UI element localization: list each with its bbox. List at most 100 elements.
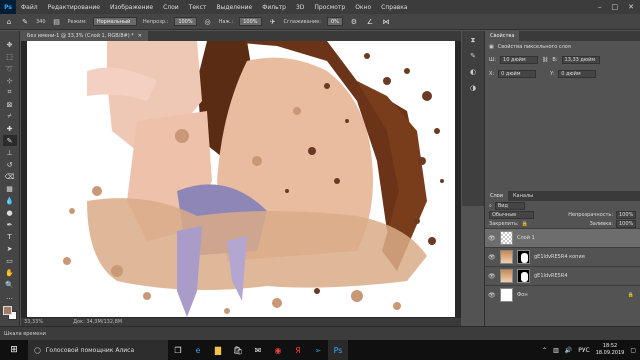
timeline-panel[interactable]: Шкала времени xyxy=(0,326,640,340)
crop-tool-icon[interactable]: ⌗ xyxy=(3,87,17,98)
history-panel-icon[interactable]: ⧗ xyxy=(468,35,478,45)
brush-size[interactable]: 340 xyxy=(36,19,46,25)
hand-tool-icon[interactable]: ✋ xyxy=(3,267,17,278)
network-icon[interactable]: ▥ xyxy=(553,347,559,354)
angle-icon[interactable]: ∠ xyxy=(365,17,375,27)
eyedropper-tool-icon[interactable]: ⌿ xyxy=(3,111,17,122)
layer-row[interactable]: 👁 gE1ldvRE5R4 копия xyxy=(485,247,640,266)
more-tools-icon[interactable]: … xyxy=(3,291,17,302)
eye-icon[interactable]: 👁 xyxy=(488,254,496,261)
layer-row[interactable]: 👁 Фон 🔒 xyxy=(485,285,640,304)
eye-icon[interactable]: 👁 xyxy=(488,235,496,242)
type-tool-icon[interactable]: T xyxy=(3,231,17,242)
menu-item-edit[interactable]: Редактирование xyxy=(43,4,105,11)
folder-icon[interactable]: ▇ xyxy=(208,340,228,360)
task-view-icon[interactable]: ❐ xyxy=(168,340,188,360)
airbrush-icon[interactable]: ✈ xyxy=(268,17,278,27)
opacity-field[interactable]: 100% xyxy=(174,17,197,26)
y-field[interactable]: 0 дюйм xyxy=(558,70,597,78)
pressure-opacity-icon[interactable]: ◎ xyxy=(203,17,213,27)
brush-tool-icon[interactable]: ✎ xyxy=(20,17,30,27)
minimize-icon[interactable]: – xyxy=(598,3,602,11)
photoshop-taskbar-icon[interactable]: Ps xyxy=(328,340,348,360)
layer-opacity-field[interactable]: 100% xyxy=(616,210,636,219)
frame-tool-icon[interactable]: ⊠ xyxy=(3,99,17,110)
menu-item-view[interactable]: Просмотр xyxy=(309,4,350,11)
eraser-tool-icon[interactable]: ⌫ xyxy=(3,171,17,182)
store-icon[interactable]: 🛍 xyxy=(228,340,248,360)
dodge-tool-icon[interactable]: ● xyxy=(3,207,17,218)
windows-start-icon[interactable]: ⊞ xyxy=(0,340,28,360)
layer-mask-thumbnail[interactable] xyxy=(517,269,530,283)
yandex-icon[interactable]: Я xyxy=(288,340,308,360)
history-brush-icon[interactable]: ↺ xyxy=(3,159,17,170)
marquee-tool-icon[interactable]: ⬚ xyxy=(3,51,17,62)
move-tool-icon[interactable]: ✥ xyxy=(3,39,17,50)
eye-icon[interactable]: 👁 xyxy=(488,273,496,280)
color-swatches[interactable] xyxy=(2,306,17,320)
pen-tool-icon[interactable]: ✒ xyxy=(3,219,17,230)
timeline-label[interactable]: Шкала времени xyxy=(4,331,46,337)
foreground-color-swatch[interactable] xyxy=(2,306,12,315)
path-select-tool-icon[interactable]: ➤ xyxy=(3,243,17,254)
pressure-field[interactable]: 100% xyxy=(239,17,262,26)
document-tab[interactable]: Без имени-1 @ 33,3% (Слой 1, RGB/8#) * ✕ xyxy=(21,31,148,41)
quick-select-tool-icon[interactable]: ⊹ xyxy=(3,75,17,86)
menu-item-file[interactable]: Файл xyxy=(16,4,43,11)
tab-layers[interactable]: Слои xyxy=(485,191,508,201)
canvas-area[interactable] xyxy=(21,41,461,319)
edge-icon[interactable]: e xyxy=(188,340,208,360)
maximize-icon[interactable]: □ xyxy=(612,3,619,11)
menu-item-layers[interactable]: Слои xyxy=(158,4,184,11)
gear-icon[interactable]: ⚙ xyxy=(349,17,359,27)
language-indicator[interactable]: РУС xyxy=(578,347,589,354)
search-box[interactable]: ◯ Голосовой помощник Алиса xyxy=(28,340,168,360)
zoom-tool-icon[interactable]: 🔍 xyxy=(3,279,17,290)
layer-name[interactable]: gE1ldvRE5R4 копия xyxy=(534,254,585,260)
clock[interactable]: 18:52 18.09.2019 xyxy=(596,343,625,357)
close-tab-icon[interactable]: ✕ xyxy=(138,33,142,39)
document-canvas[interactable] xyxy=(27,41,455,317)
brush-settings-icon[interactable]: ✎ xyxy=(468,51,478,61)
chevron-up-icon[interactable]: ⌃ xyxy=(542,347,547,354)
blend-mode-select[interactable]: Обычные xyxy=(489,210,534,219)
lasso-tool-icon[interactable]: ➰ xyxy=(3,63,17,74)
menu-item-select[interactable]: Выделение xyxy=(211,4,257,11)
link-icon[interactable]: ⛓ xyxy=(542,57,548,63)
blur-tool-icon[interactable]: 💧 xyxy=(3,195,17,206)
x-field[interactable]: 0 дюйм xyxy=(498,70,537,78)
stamp-tool-icon[interactable]: ⊥ xyxy=(3,147,17,158)
brush-panel-icon[interactable]: ▤ xyxy=(52,17,62,27)
menu-item-type[interactable]: Текст xyxy=(184,4,212,11)
tab-properties[interactable]: Свойства xyxy=(485,31,520,41)
menu-item-filter[interactable]: Фильтр xyxy=(257,4,291,11)
menu-item-help[interactable]: Справка xyxy=(376,4,412,11)
mode-select[interactable]: Нормальный xyxy=(92,17,137,26)
layer-name[interactable]: gE1ldvRE5R4 xyxy=(534,273,568,279)
width-field[interactable]: 10 дюйм xyxy=(500,56,539,64)
adjustments-panel-icon[interactable]: ◐ xyxy=(468,67,478,77)
eye-icon[interactable]: 👁 xyxy=(488,292,496,299)
lock-icon[interactable]: 🔒 xyxy=(628,292,640,298)
telegram-icon[interactable]: ➢ xyxy=(308,340,328,360)
layer-row[interactable]: 👁 gE1ldvRE5R4 xyxy=(485,266,640,285)
menu-item-image[interactable]: Изображение xyxy=(105,4,158,11)
layer-row[interactable]: 👁 Слой 1 xyxy=(485,228,640,247)
height-field[interactable]: 13,33 дюйм xyxy=(561,56,600,64)
chrome-icon[interactable]: ◉ xyxy=(268,340,288,360)
volume-icon[interactable]: 🔊 xyxy=(565,347,572,354)
mail-icon[interactable]: ✉ xyxy=(248,340,268,360)
menu-item-window[interactable]: Окно xyxy=(350,4,376,11)
notifications-icon[interactable]: ▢ xyxy=(630,347,636,354)
layer-name[interactable]: Слой 1 xyxy=(517,235,535,241)
gradient-tool-icon[interactable]: ▦ xyxy=(3,183,17,194)
zoom-level[interactable]: 33,33% xyxy=(24,319,43,325)
lock-icon[interactable]: 🔒 xyxy=(522,221,528,227)
menu-item-3d[interactable]: 3D xyxy=(291,4,309,11)
symmetry-icon[interactable]: ⋈ xyxy=(381,17,391,27)
filter-kind-select[interactable]: Вид xyxy=(494,201,525,210)
tab-channels[interactable]: Каналы xyxy=(508,193,538,199)
layer-mask-thumbnail[interactable] xyxy=(517,250,530,264)
brush-tool-icon[interactable]: ✎ xyxy=(2,135,17,146)
home-icon[interactable]: ⌂ xyxy=(4,17,14,27)
